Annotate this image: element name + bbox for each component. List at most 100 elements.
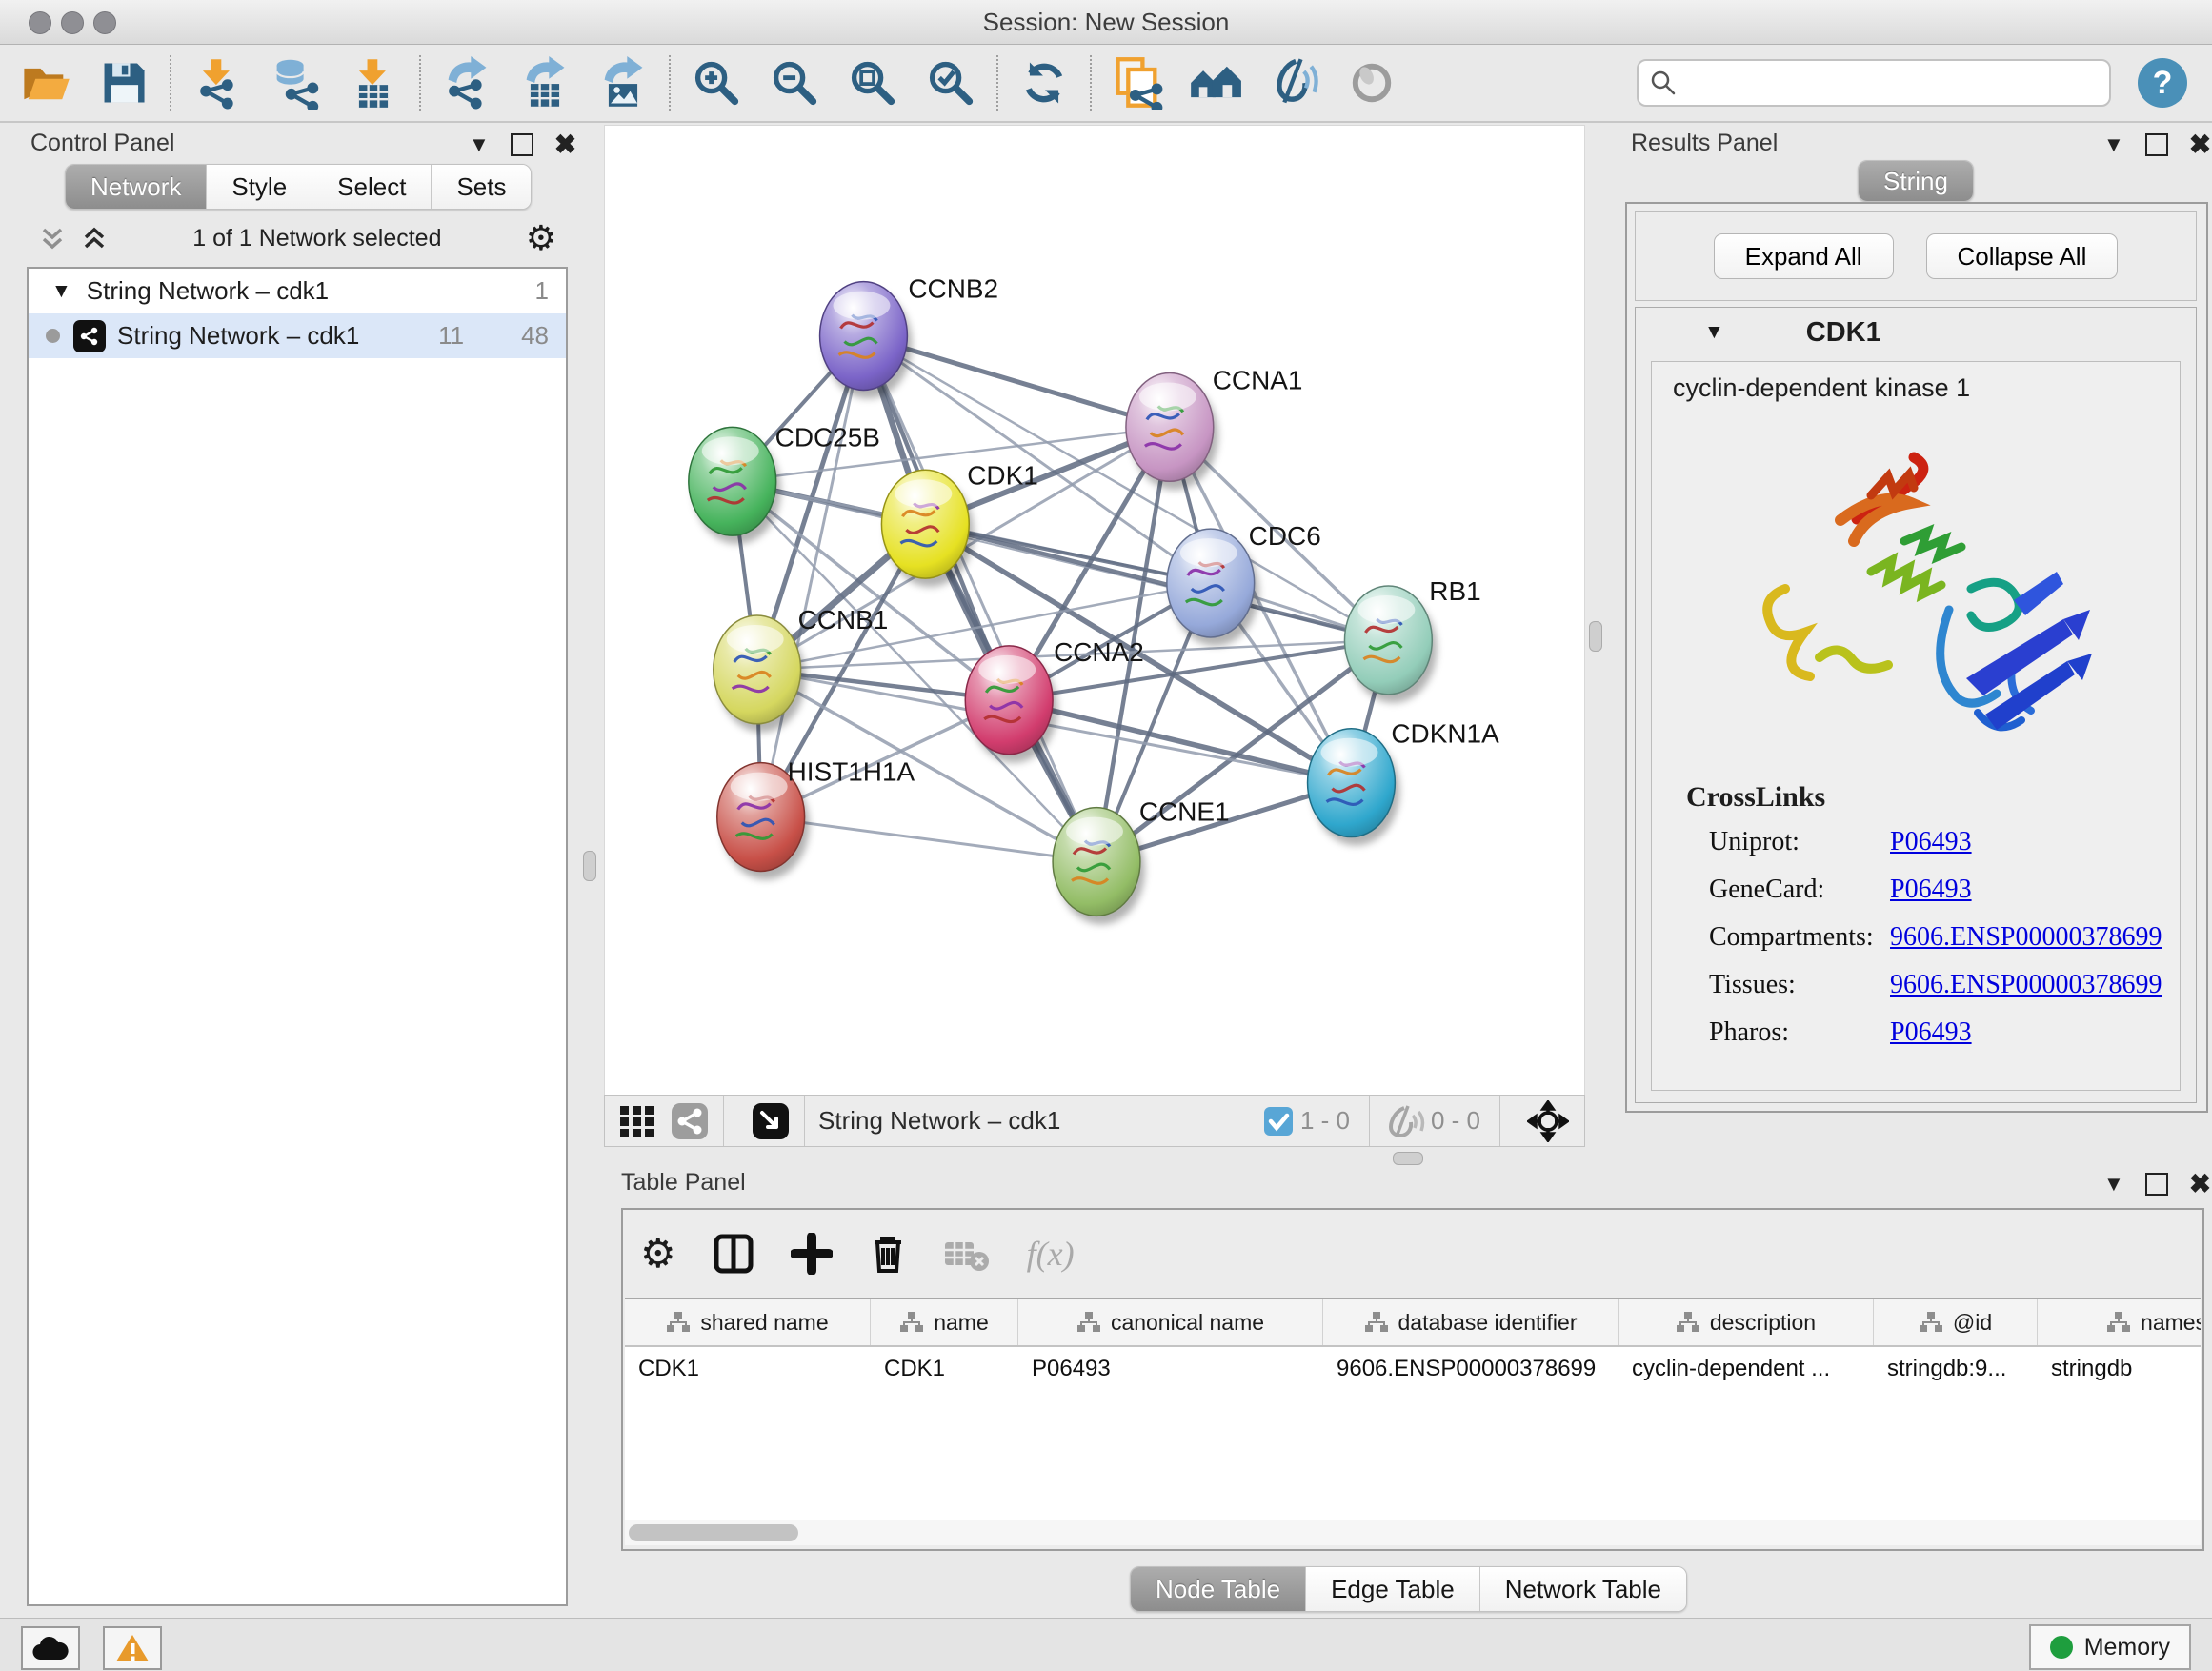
tab-network-table[interactable]: Network Table xyxy=(1480,1567,1686,1611)
gene-disclosure-icon[interactable]: ▼ xyxy=(1704,321,1724,344)
crosslink-link[interactable]: P06493 xyxy=(1890,827,1972,857)
search-field[interactable] xyxy=(1637,59,2111,107)
gene-section-header[interactable]: ▼ CDK1 xyxy=(1636,308,2196,357)
tab-select[interactable]: Select xyxy=(312,165,432,209)
panel-float-icon[interactable]: ▼ xyxy=(2103,134,2124,155)
tab-node-table[interactable]: Node Table xyxy=(1131,1567,1306,1611)
panel-maximize-icon[interactable] xyxy=(2145,133,2168,156)
panel-float-icon[interactable]: ▼ xyxy=(469,134,490,155)
toolbar-groups xyxy=(0,55,1418,111)
zoom-fit-icon[interactable] xyxy=(846,56,899,110)
crosslink-link[interactable]: 9606.ENSP00000378699 xyxy=(1890,922,2162,953)
panel-close-icon[interactable]: ✖ xyxy=(2189,1171,2211,1198)
control-panel-tabs: NetworkStyleSelectSets xyxy=(65,164,532,210)
export-image-icon[interactable] xyxy=(596,56,650,110)
table-panel-header-icons: ▼ ✖ xyxy=(2103,1171,2211,1198)
right-splitter-handle[interactable] xyxy=(1589,621,1602,652)
zoom-in-icon[interactable] xyxy=(690,56,743,110)
help-button[interactable]: ? xyxy=(2138,58,2187,108)
zoom-out-icon[interactable] xyxy=(768,56,821,110)
table-row[interactable]: CDK1CDK1P064939606.ENSP00000378699cyclin… xyxy=(625,1347,2201,1391)
crosslink-link[interactable]: P06493 xyxy=(1890,875,1972,905)
panel-close-icon[interactable]: ✖ xyxy=(2189,131,2211,158)
save-session-icon[interactable] xyxy=(97,56,151,110)
horizontal-splitter-handle[interactable] xyxy=(1393,1152,1423,1165)
selected-checkbox-icon[interactable] xyxy=(1262,1105,1295,1137)
cell[interactable]: stringdb:9... xyxy=(1874,1347,2038,1391)
eye-icon[interactable] xyxy=(1345,56,1398,110)
search-input[interactable] xyxy=(1677,69,2098,97)
export-network-icon[interactable] xyxy=(440,56,493,110)
show-hide-glasses-icon[interactable] xyxy=(1267,56,1320,110)
memory-button[interactable]: Memory xyxy=(2029,1624,2191,1670)
open-session-icon[interactable] xyxy=(19,56,72,110)
cell[interactable]: 9606.ENSP00000378699 xyxy=(1323,1347,1619,1391)
column-header-namespace[interactable]: namespace xyxy=(2038,1299,2201,1345)
zoom-selected-icon[interactable] xyxy=(924,56,977,110)
panel-float-icon[interactable]: ▼ xyxy=(2103,1174,2124,1195)
column-header-canonical-name[interactable]: canonical name xyxy=(1018,1299,1323,1345)
left-splitter-handle[interactable] xyxy=(583,851,596,881)
column-header-shared-name[interactable]: shared name xyxy=(625,1299,871,1345)
crosslink-row: Pharos:P06493 xyxy=(1709,1017,2170,1048)
crosslink-link[interactable]: P06493 xyxy=(1890,1017,1972,1048)
string-network-graph[interactable]: CCNB2 CCNA1 CDC25B xyxy=(605,126,1584,1095)
network-canvas[interactable]: CCNB2 CCNA1 CDC25B xyxy=(604,125,1585,1096)
crosslink-row: Compartments:9606.ENSP00000378699 xyxy=(1709,922,2170,953)
panel-maximize-icon[interactable] xyxy=(511,133,533,156)
gene-description: cyclin-dependent kinase 1 xyxy=(1673,373,2180,403)
birdseye-view-icon[interactable] xyxy=(751,1101,791,1141)
network-row[interactable]: String Network – cdk1 11 48 xyxy=(29,313,566,358)
export-table-icon[interactable] xyxy=(518,56,572,110)
column-header-name[interactable]: name xyxy=(871,1299,1018,1345)
collapse-all-button[interactable]: Collapse All xyxy=(1926,233,2119,279)
network-collection-row[interactable]: ▼ String Network – cdk1 1 xyxy=(29,269,566,313)
cell[interactable]: CDK1 xyxy=(871,1347,1018,1391)
fit-content-crosshair-icon[interactable] xyxy=(1527,1100,1569,1142)
tab-string[interactable]: String xyxy=(1859,161,1973,201)
panel-close-icon[interactable]: ✖ xyxy=(554,131,576,158)
tab-edge-table[interactable]: Edge Table xyxy=(1306,1567,1480,1611)
duplicate-network-icon[interactable] xyxy=(1111,56,1164,110)
refresh-icon[interactable] xyxy=(1017,56,1071,110)
tab-network[interactable]: Network xyxy=(66,165,207,209)
column-header-@id[interactable]: @id xyxy=(1874,1299,2038,1345)
create-column-icon[interactable] xyxy=(791,1233,833,1275)
warnings-button[interactable] xyxy=(103,1626,162,1670)
collection-label: String Network – cdk1 xyxy=(87,276,329,306)
cloud-button[interactable] xyxy=(21,1626,80,1670)
table-options-gear-icon[interactable]: ⚙ xyxy=(640,1234,676,1274)
node-table[interactable]: shared namenamecanonical namedatabase id… xyxy=(625,1298,2201,1520)
expand-all-icon[interactable] xyxy=(80,224,109,252)
network-options-gear-icon[interactable]: ⚙ xyxy=(526,221,556,255)
svg-text:CDC25B: CDC25B xyxy=(775,422,880,452)
crosslink-link[interactable]: 9606.ENSP00000378699 xyxy=(1890,970,2162,1000)
cell[interactable]: CDK1 xyxy=(625,1347,871,1391)
tab-style[interactable]: Style xyxy=(207,165,312,209)
svg-text:CDKN1A: CDKN1A xyxy=(1391,719,1499,749)
cell[interactable]: cyclin-dependent ... xyxy=(1619,1347,1874,1391)
hidden-eye-icon[interactable] xyxy=(1383,1104,1425,1138)
results-panel-tab-group: String xyxy=(1858,160,1974,202)
collapse-all-icon[interactable] xyxy=(38,224,67,252)
show-grid-icon[interactable] xyxy=(618,1102,656,1140)
scrollbar-thumb[interactable] xyxy=(629,1524,798,1541)
import-network-icon[interactable] xyxy=(191,56,244,110)
import-database-icon[interactable] xyxy=(269,56,322,110)
table-horizontal-scrollbar[interactable] xyxy=(625,1520,2201,1545)
svg-text:CCNA1: CCNA1 xyxy=(1213,365,1303,394)
cell[interactable]: stringdb xyxy=(2038,1347,2201,1391)
tab-sets[interactable]: Sets xyxy=(432,165,531,209)
delete-column-icon[interactable] xyxy=(869,1233,907,1275)
node-count: 11 xyxy=(438,321,464,351)
collection-disclosure-icon[interactable]: ▼ xyxy=(51,280,71,303)
expand-all-button[interactable]: Expand All xyxy=(1714,233,1894,279)
import-table-icon[interactable] xyxy=(347,56,400,110)
column-header-database-identifier[interactable]: database identifier xyxy=(1323,1299,1619,1345)
network-thumbnail-icon[interactable] xyxy=(670,1101,710,1141)
column-header-description[interactable]: description xyxy=(1619,1299,1874,1345)
home-icon[interactable] xyxy=(1189,56,1242,110)
panel-maximize-icon[interactable] xyxy=(2145,1173,2168,1196)
show-columns-icon[interactable] xyxy=(713,1233,754,1275)
cell[interactable]: P06493 xyxy=(1018,1347,1323,1391)
